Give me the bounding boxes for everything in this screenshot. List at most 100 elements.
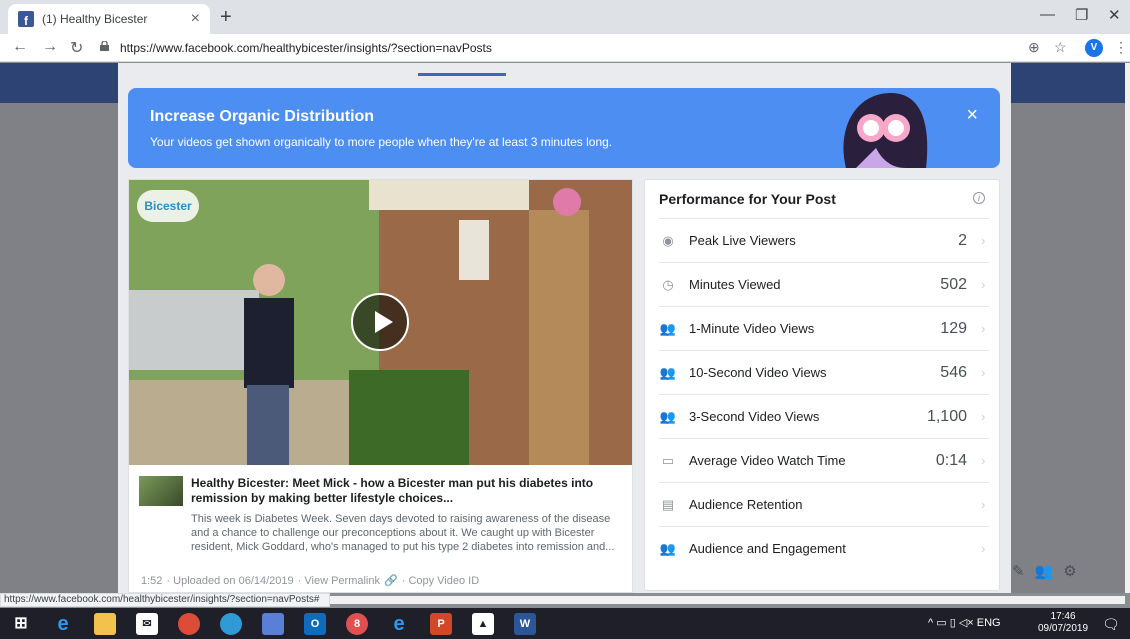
edge-legacy-icon[interactable]: e — [52, 613, 74, 635]
clock-icon: ◷ — [662, 276, 674, 292]
metric-value: 546 — [940, 363, 967, 381]
8x8-icon[interactable]: 8 — [346, 613, 368, 635]
metric-label: Average Video Watch Time — [689, 453, 846, 468]
metric-label: 3-Second Video Views — [689, 409, 820, 424]
url-field[interactable]: https://www.facebook.com/healthybicester… — [120, 41, 492, 55]
chevron-right-icon: › — [981, 233, 986, 248]
status-bar-url: https://www.facebook.com/healthybicester… — [0, 593, 330, 607]
view-permalink-link[interactable]: View Permalink — [304, 575, 380, 587]
volume-icon[interactable]: ◁× — [959, 617, 974, 629]
clock-date: 09/07/2019 — [1038, 623, 1089, 634]
network-icon[interactable]: ▯ — [950, 617, 956, 629]
browser-tab-bar: f (1) Healthy Bicester × + — ❐ ✕ — [0, 0, 1130, 34]
post-title[interactable]: Healthy Bicester: Meet Mick - how a Bice… — [191, 476, 623, 506]
metric-row-minutes-viewed[interactable]: ◷ Minutes Viewed 502 › — [659, 262, 989, 306]
copy-video-id-link[interactable]: Copy Video ID — [408, 575, 479, 587]
chevron-right-icon: › — [981, 365, 986, 380]
people-icon[interactable]: 👥 — [1035, 562, 1054, 580]
metric-label: Audience and Engagement — [689, 541, 846, 556]
browser-tab[interactable]: f (1) Healthy Bicester × — [8, 4, 210, 34]
metric-row-3-second-views[interactable]: 👥 3-Second Video Views 1,100 › — [659, 394, 989, 438]
windows-start-icon[interactable]: ⊞ — [10, 613, 32, 635]
post-insights-modal: Increase Organic Distribution Your video… — [118, 63, 1011, 593]
reload-icon[interactable]: ↻ — [70, 38, 83, 58]
system-tray: ^ ▭ ▯ ◁× ENG — [928, 616, 1001, 629]
organic-distribution-banner: Increase Organic Distribution Your video… — [128, 88, 1000, 168]
outlook-icon[interactable]: O — [304, 613, 326, 635]
forward-icon[interactable]: → — [42, 38, 58, 56]
link-icon: 🔗 — [384, 575, 398, 587]
zoom-icon[interactable]: ⊕ — [1028, 39, 1040, 56]
battery-icon[interactable]: ▭ — [936, 617, 946, 629]
minimize-icon[interactable]: — — [1040, 6, 1055, 23]
gear-icon[interactable]: ⚙ — [1063, 562, 1076, 580]
group-icon: 👥 — [659, 540, 677, 556]
metric-value: 0:14 — [935, 451, 967, 469]
lock-icon — [100, 41, 109, 51]
film-icon: ▤ — [661, 496, 675, 512]
mail-icon[interactable]: ✉ — [136, 613, 158, 635]
window-close-icon[interactable]: ✕ — [1108, 6, 1121, 24]
chevron-right-icon: › — [981, 409, 986, 424]
feather-app-icon[interactable] — [262, 613, 284, 635]
metric-row-audience-engagement[interactable]: 👥 Audience and Engagement › — [659, 526, 989, 570]
chevron-up-icon[interactable]: ^ — [928, 617, 933, 629]
metric-label: Audience Retention — [689, 497, 803, 512]
vertical-scrollbar[interactable] — [1125, 63, 1130, 593]
metric-label: Peak Live Viewers — [689, 233, 796, 248]
metric-row-10-second-views[interactable]: 👥 10-Second Video Views 546 › — [659, 350, 989, 394]
notification-icon[interactable]: 🗨 25 — [1102, 616, 1130, 639]
metric-row-1-minute-views[interactable]: 👥 1-Minute Video Views 129 › — [659, 306, 989, 350]
network-app-icon[interactable] — [220, 613, 242, 635]
clock-time: 17:46 — [1050, 611, 1076, 622]
metric-value: 502 — [940, 275, 967, 293]
active-tab-indicator — [418, 73, 506, 76]
play-icon[interactable] — [351, 293, 409, 351]
file-explorer-icon[interactable] — [94, 613, 116, 635]
internet-explorer-icon[interactable]: e — [388, 613, 410, 635]
bookmark-star-icon[interactable]: ☆ — [1054, 39, 1067, 56]
metric-row-average-watch-time[interactable]: ▭ Average Video Watch Time 0:14 › — [659, 438, 989, 482]
post-description: This week is Diabetes Week. Seven days d… — [191, 513, 615, 553]
post-thumbnail — [139, 476, 183, 506]
metric-row-peak-live-viewers[interactable]: ◉ Peak Live Viewers 2 › — [659, 218, 989, 262]
photos-icon[interactable]: ▲ — [472, 613, 494, 635]
new-tab-button[interactable]: + — [220, 6, 232, 29]
chrome-icon[interactable] — [178, 613, 200, 635]
address-bar: ← → ↻ https://www.facebook.com/healthybi… — [0, 34, 1130, 62]
upload-date: Uploaded on 06/14/2019 — [173, 575, 294, 587]
metric-label: 10-Second Video Views — [689, 365, 827, 380]
eye-icon: ◉ — [662, 232, 674, 248]
info-icon[interactable]: i — [973, 192, 985, 204]
powerpoint-icon[interactable]: P — [430, 613, 452, 635]
post-meta: 1:52 · Uploaded on 06/14/2019 · View Perma… — [141, 575, 480, 587]
horizontal-scrollbar[interactable] — [330, 596, 1125, 604]
video-duration: 1:52 — [141, 575, 163, 587]
taskbar-clock[interactable]: 17:46 09/07/2019 — [1038, 611, 1088, 635]
compose-icon[interactable]: ✎ — [1012, 562, 1025, 580]
metric-row-audience-retention[interactable]: ▤ Audience Retention › — [659, 482, 989, 526]
metric-label: Minutes Viewed — [689, 277, 781, 292]
performance-title: Performance for Your Post — [659, 191, 836, 207]
restore-icon[interactable]: ❐ — [1075, 6, 1088, 24]
tab-close-button[interactable]: × — [191, 10, 200, 28]
people-icon: 👥 — [659, 364, 677, 380]
video-player[interactable]: Bicester — [129, 180, 632, 465]
chevron-right-icon: › — [981, 321, 986, 336]
banner-title: Increase Organic Distribution — [150, 108, 375, 125]
bicester-logo: Bicester — [137, 190, 199, 222]
facebook-favicon-icon: f — [18, 11, 34, 27]
profile-avatar[interactable]: V — [1085, 39, 1103, 57]
language-indicator[interactable]: ENG — [977, 617, 1001, 629]
binoculars-illustration-icon — [843, 93, 928, 168]
banner-close-button[interactable]: × — [966, 104, 978, 127]
chevron-right-icon: › — [981, 541, 986, 556]
metric-value: 1,100 — [926, 407, 967, 425]
chevron-right-icon: › — [981, 277, 986, 292]
page-floating-icons: ✎ 👥 ⚙ — [1012, 562, 1077, 580]
windows-taskbar: ⊞ e ✉ O 8 e P ▲ W ^ ▭ ▯ ◁× ENG 17:46 09/… — [0, 608, 1130, 639]
tab-title: (1) Healthy Bicester — [42, 12, 148, 26]
back-icon[interactable]: ← — [12, 38, 28, 56]
menu-kebab-icon[interactable]: ⋮ — [1114, 39, 1128, 56]
word-icon[interactable]: W — [514, 613, 536, 635]
